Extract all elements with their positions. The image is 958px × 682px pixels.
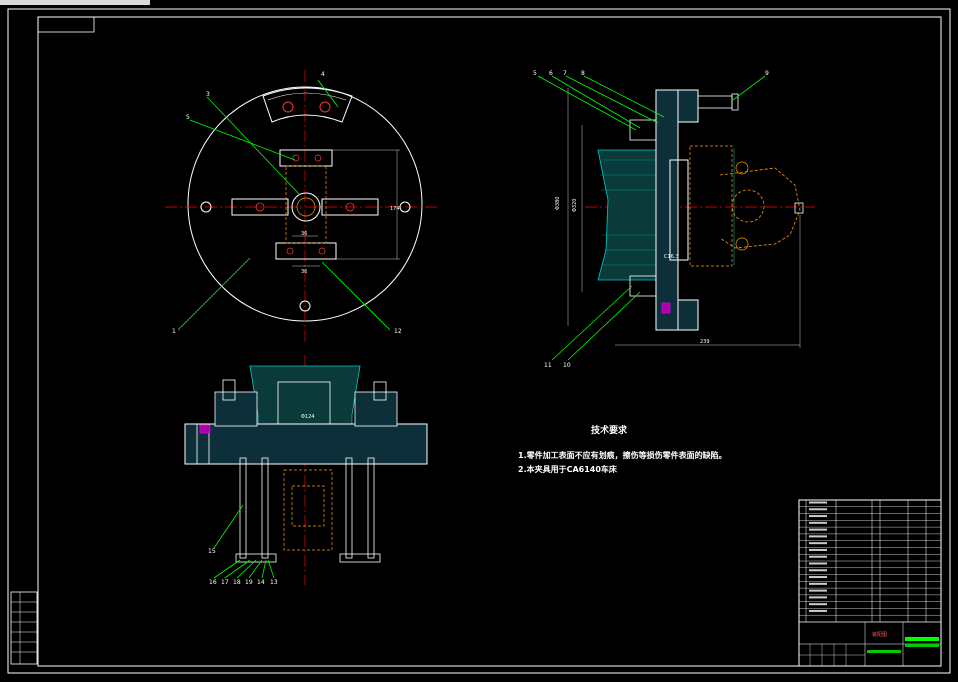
callout-front-15: 15 bbox=[208, 548, 216, 555]
parts-row-entry bbox=[809, 582, 827, 585]
callout-side-10: 10 bbox=[563, 362, 571, 369]
callout-1: 1 bbox=[172, 328, 176, 335]
callout-front-14: 14 bbox=[257, 579, 265, 586]
corner-tag-box bbox=[37, 16, 95, 33]
callout-front-19: 19 bbox=[245, 579, 253, 586]
parts-row-entry bbox=[809, 548, 827, 551]
drawing-name: 装配图 bbox=[872, 631, 887, 638]
callout-12: 12 bbox=[394, 328, 402, 335]
callout-side-5: 5 bbox=[533, 70, 537, 77]
sheet-inner-border bbox=[37, 16, 942, 667]
callout-4: 4 bbox=[321, 71, 325, 78]
callout-side-7: 7 bbox=[563, 70, 567, 77]
dim-front-mid: Φ124 bbox=[301, 414, 314, 420]
parts-row-entry bbox=[809, 562, 827, 565]
parts-row-entry bbox=[809, 508, 827, 511]
dim-top-small: 36 bbox=[301, 269, 307, 275]
parts-row-entry bbox=[809, 555, 827, 558]
parts-row-entry bbox=[809, 535, 827, 538]
parts-row-entry bbox=[809, 576, 827, 579]
front-view: Φ124 15 16 17 18 19 14 13 bbox=[184, 355, 428, 586]
callout-side-6: 6 bbox=[549, 70, 553, 77]
callout-5: 5 bbox=[186, 114, 190, 121]
callout-side-9: 9 bbox=[765, 70, 769, 77]
dim-side-overall: 239 bbox=[700, 339, 710, 345]
callout-front-16: 16 bbox=[209, 579, 217, 586]
callout-front-17: 17 bbox=[221, 579, 229, 586]
parts-row-entry bbox=[809, 542, 827, 545]
dim-top-width: 174 bbox=[390, 206, 400, 212]
top-view: 174 36 36 4 3 5 1 12 bbox=[165, 70, 440, 345]
parts-list-rows bbox=[799, 501, 941, 616]
tech-req-title: 技术要求 bbox=[591, 424, 628, 436]
side-view: Φ380 Φ320 239 C16.3 5 6 7 8 9 11 10 bbox=[533, 70, 815, 369]
dim-side-inner: Φ320 bbox=[572, 199, 578, 212]
parts-row-entry bbox=[809, 596, 827, 599]
left-strip bbox=[10, 591, 38, 665]
dim-top-slot: 36 bbox=[301, 231, 307, 237]
callout-front-13: 13 bbox=[270, 579, 278, 586]
dim-side-bore: Φ380 bbox=[555, 197, 561, 210]
cad-drawing: 174 36 36 4 3 5 1 12 Φ380 Φ320 239 C16.3… bbox=[0, 0, 951, 674]
tech-req-line-1: 1.零件加工表面不应有划痕，擦伤等损伤零件表面的缺陷。 bbox=[518, 450, 727, 460]
parts-row-entry bbox=[809, 515, 827, 518]
sheet-outer-border bbox=[7, 8, 951, 674]
parts-row-entry bbox=[809, 521, 827, 524]
callout-front-18: 18 bbox=[233, 579, 241, 586]
top-strip bbox=[0, 0, 150, 5]
tech-req-line-2: 2.本夹具用于CA6140车床 bbox=[518, 464, 618, 474]
callout-side-8: 8 bbox=[581, 70, 585, 77]
dim-side-note: C16.3 bbox=[664, 254, 679, 260]
parts-row-entry bbox=[809, 609, 827, 612]
technical-requirements: 技术要求 1.零件加工表面不应有划痕，擦伤等损伤零件表面的缺陷。 2.本夹具用于… bbox=[518, 424, 727, 474]
callout-3: 3 bbox=[206, 91, 210, 98]
parts-row-entry bbox=[809, 528, 827, 531]
parts-row-entry bbox=[809, 501, 827, 504]
callout-side-11: 11 bbox=[544, 362, 552, 369]
parts-row-entry bbox=[809, 603, 827, 606]
title-block: 装配图 bbox=[798, 499, 942, 667]
parts-row-entry bbox=[809, 569, 827, 572]
parts-row-entry bbox=[809, 589, 827, 592]
